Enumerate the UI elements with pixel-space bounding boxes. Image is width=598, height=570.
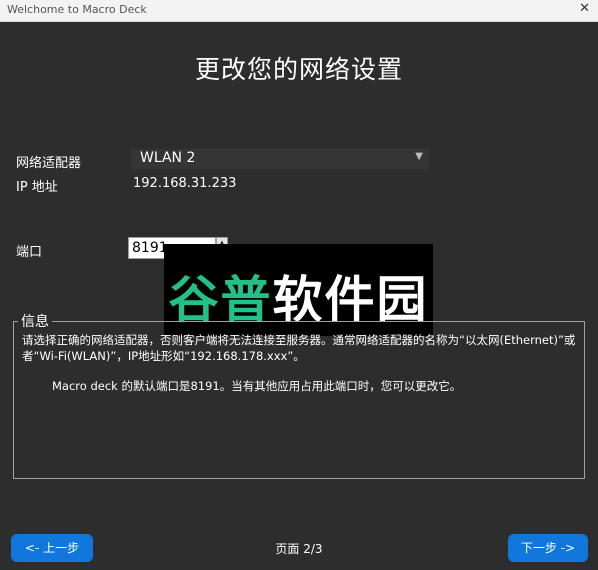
ip-label: IP 地址: [16, 180, 58, 195]
adapter-selected-value: WLAN 2: [140, 150, 196, 166]
adapter-dropdown[interactable]: WLAN 2 ▼: [130, 148, 430, 170]
info-text-adapter: 请选择正确的网络适配器，否则客户端将无法连接至服务器。通常网络适配器的名称为“以…: [22, 333, 576, 363]
ip-value: 192.168.31.233: [133, 176, 237, 191]
adapter-label: 网络适配器: [16, 156, 82, 171]
page-title: 更改您的网络设置: [194, 55, 403, 84]
info-group-box: 请选择正确的网络适配器，否则客户端将无法连接至服务器。通常网络适配器的名称为“以…: [13, 321, 585, 479]
next-button[interactable]: 下一步 ->: [508, 534, 588, 562]
port-label: 端口: [16, 245, 43, 260]
info-text-port: Macro deck 的默认端口是8191。当有其他应用占用此端口时，您可以更改…: [52, 379, 462, 393]
chevron-down-icon: ▼: [415, 151, 423, 162]
wizard-content: 更改您的网络设置 网络适配器 WLAN 2 ▼ IP 地址 192.168.31…: [0, 22, 598, 570]
window-title: Welchome to Macro Deck: [7, 3, 147, 16]
close-icon[interactable]: ✕: [579, 1, 590, 16]
title-bar: Welchome to Macro Deck ✕: [0, 0, 598, 22]
info-legend: 信息: [18, 311, 52, 331]
